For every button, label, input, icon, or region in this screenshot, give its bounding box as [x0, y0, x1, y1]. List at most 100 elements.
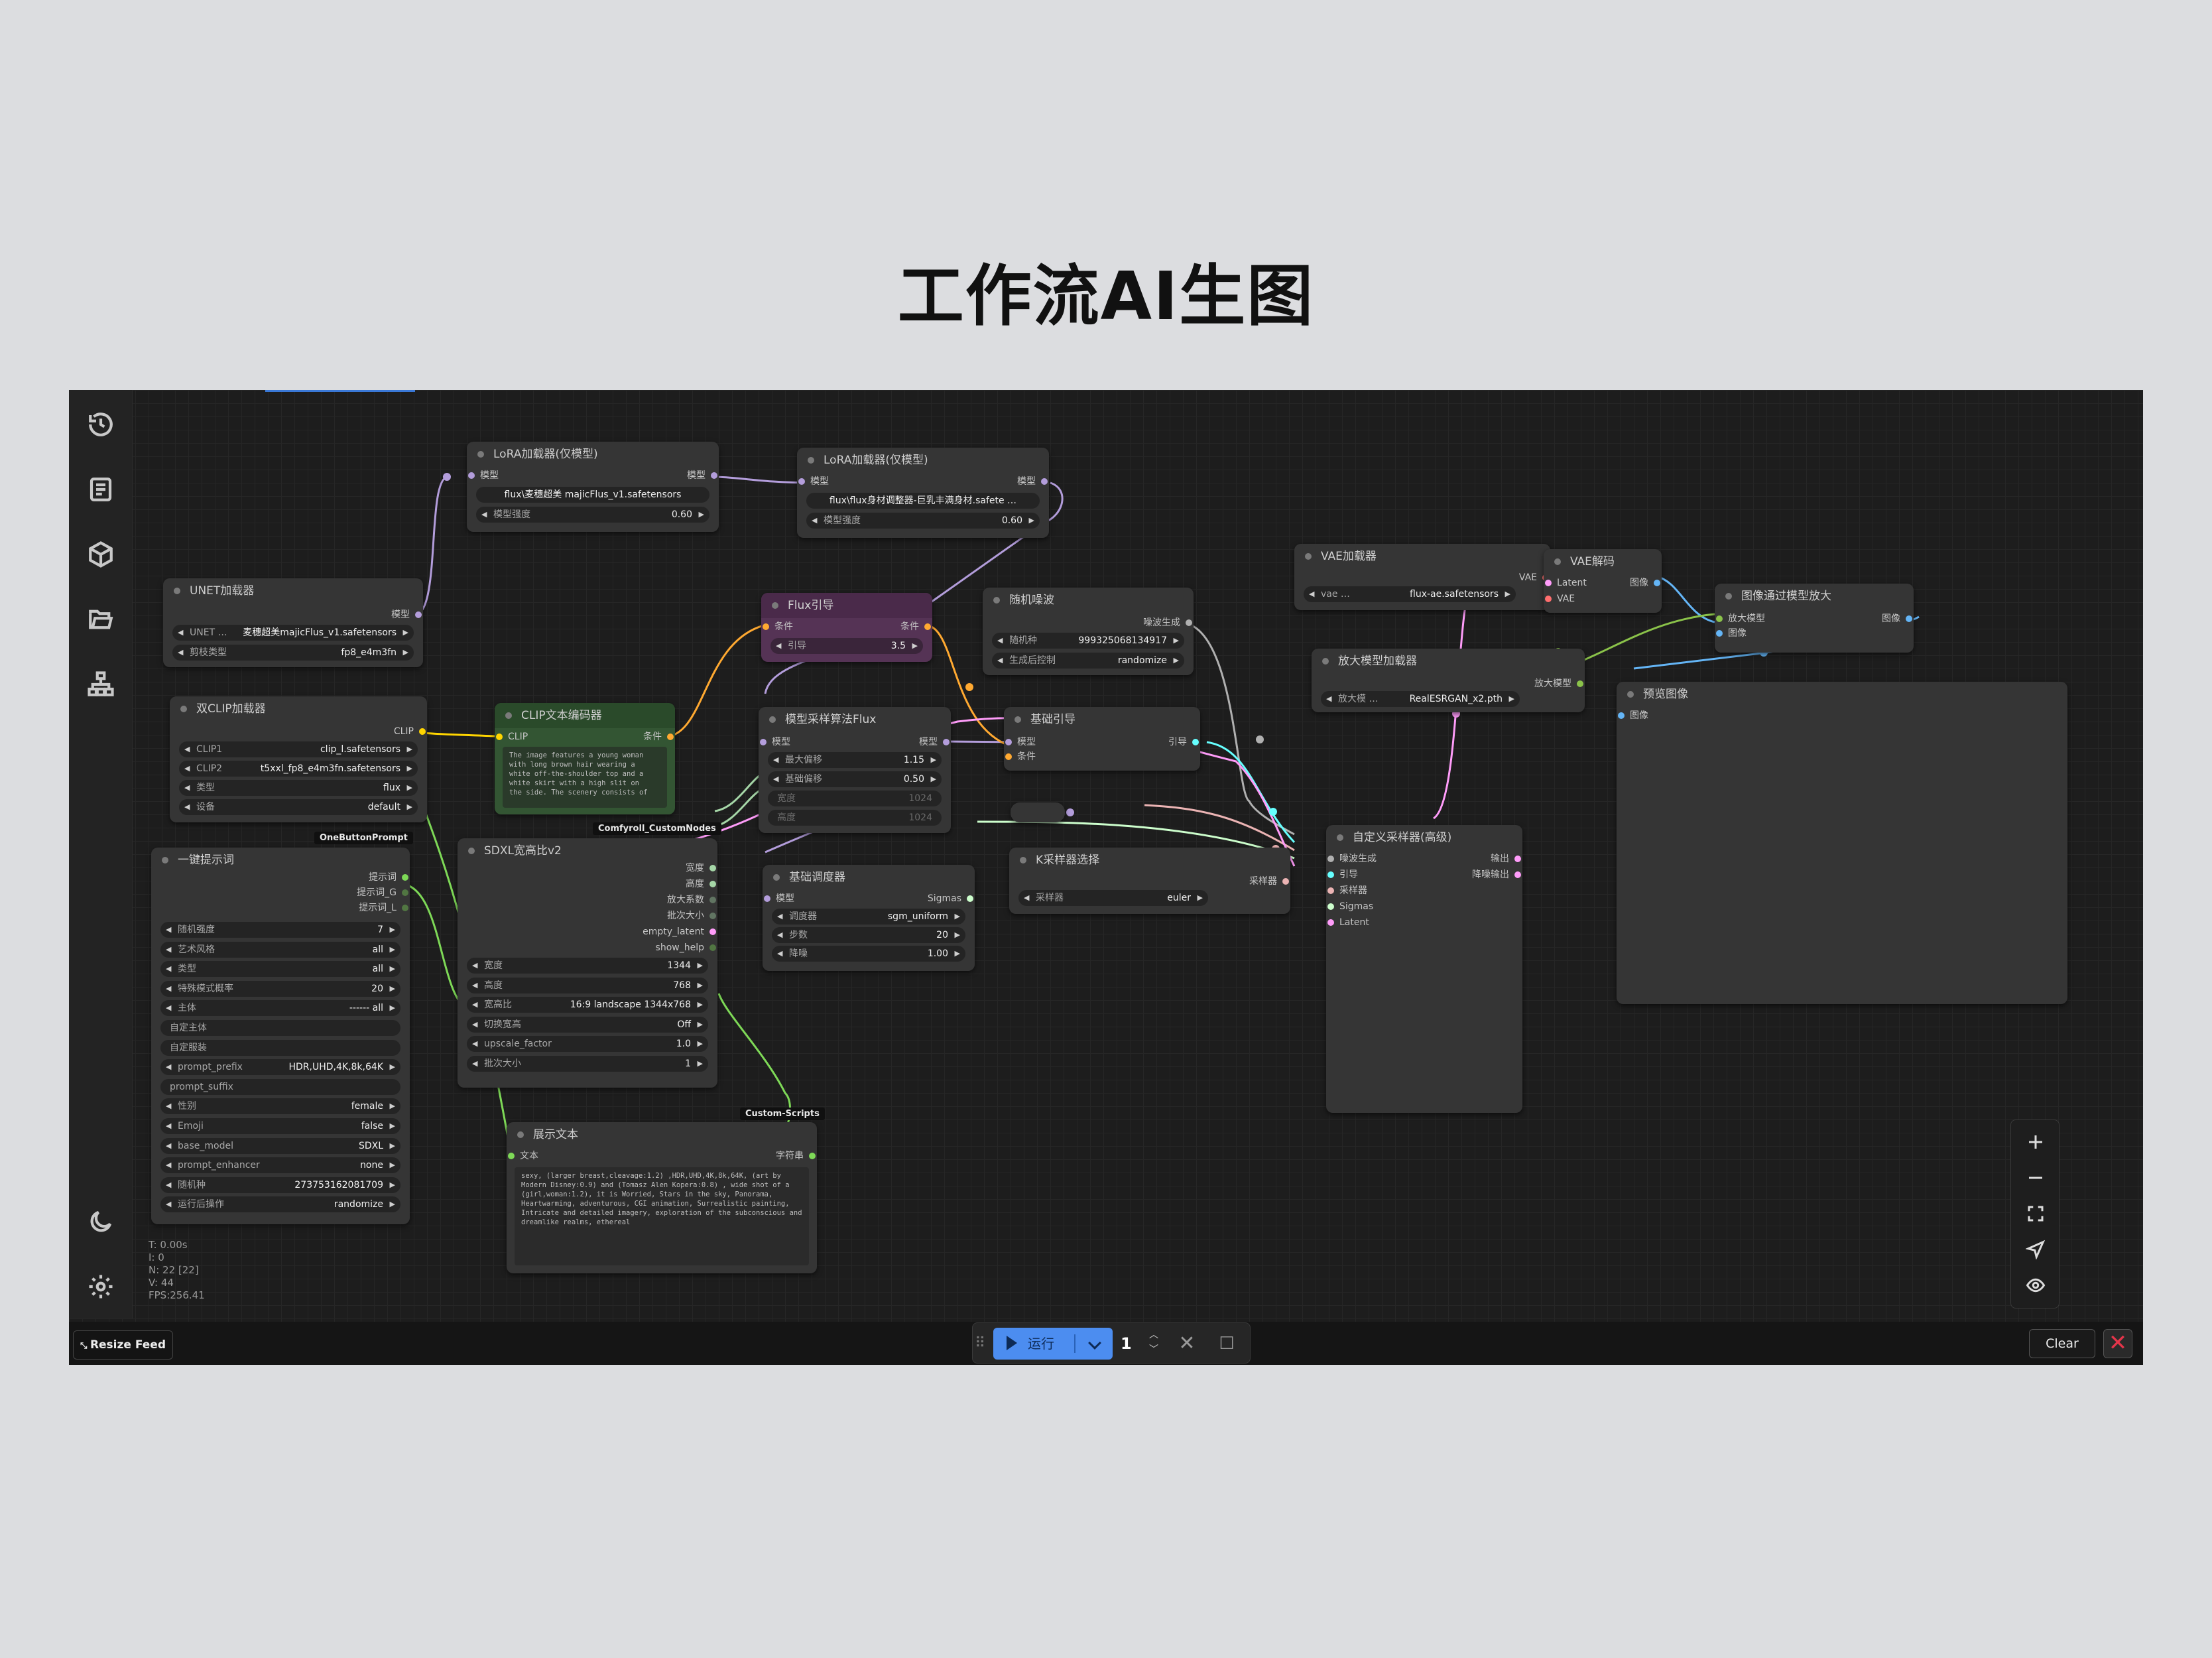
node-unet-loader[interactable]: UNET加载器 模型 UNET …麦穗超美majicFlus_v1.safete…	[163, 578, 423, 667]
output-slot-dot[interactable]	[402, 889, 408, 896]
input-slot-dot[interactable]	[1545, 580, 1552, 586]
widget-denoise[interactable]: 降噪1.00	[772, 946, 965, 962]
widget-sdxl-ratio-0[interactable]: 宽度 1344	[467, 958, 708, 974]
history-icon[interactable]	[81, 405, 121, 444]
input-slot-dot[interactable]	[1618, 712, 1625, 719]
comfyui-canvas-window[interactable]: LoRA加载器(仅模型) 模型 模型 flux\麦穗超美 majicFlus_v…	[69, 390, 2143, 1365]
input-slot-dot[interactable]	[763, 623, 769, 630]
input-slot-dot[interactable]	[1005, 739, 1012, 745]
input-slot-dot[interactable]	[1545, 596, 1552, 602]
widget-weight-dtype[interactable]: 剪枝类型fp8_e4m3fn	[172, 645, 414, 661]
widget-clip2[interactable]: CLIP2t5xxl_fp8_e4m3fn.safetensors	[179, 761, 418, 777]
queue-run-button[interactable]: 运行	[993, 1328, 1113, 1360]
output-slot-dot[interactable]	[1514, 856, 1521, 862]
input-slot-dot[interactable]	[760, 739, 767, 745]
select-pointer-icon[interactable]	[2019, 1233, 2052, 1266]
increment-icon[interactable]: ︿	[1144, 1328, 1163, 1342]
output-slot-dot[interactable]	[402, 905, 408, 911]
node-flux-guidance[interactable]: Flux引导 条件 条件 引导3.5	[761, 593, 932, 662]
widget-steps[interactable]: 步数20	[772, 927, 965, 943]
widget-clip-type[interactable]: 类型flux	[179, 780, 418, 796]
widget-vae-name[interactable]: vae …flux-ae.safetensors	[1304, 586, 1516, 602]
output-slot-dot[interactable]	[1514, 871, 1521, 878]
node-image-upscale-with-model[interactable]: 图像通过模型放大 放大模型 图像 图像	[1715, 584, 1914, 653]
widget-model-strength[interactable]: 模型强度0.60	[476, 507, 709, 523]
widget-sdxl-ratio-2[interactable]: 宽高比 16:9 landscape 1344x768	[467, 997, 708, 1013]
input-slot-dot[interactable]	[1327, 856, 1334, 862]
zoom-out-icon[interactable]	[2019, 1161, 2052, 1194]
widget-one-button-prompt-11[interactable]: base_model SDXL	[160, 1137, 400, 1154]
widget-one-button-prompt-0[interactable]: 随机强度 7	[160, 922, 400, 938]
node-random-noise[interactable]: 随机噪波 噪波生成 随机种999325068134917 生成后控制random…	[983, 588, 1194, 675]
output-text-display[interactable]: sexy, (larger breast,cleavage:1.2) ,HDR,…	[515, 1167, 809, 1265]
widget-sdxl-ratio-3[interactable]: 切换宽高 Off	[467, 1016, 708, 1033]
output-slot-dot[interactable]	[1906, 615, 1912, 622]
node-preview-image[interactable]: 预览图像 图像	[1617, 682, 2067, 1004]
theme-moon-icon[interactable]	[81, 1202, 121, 1242]
node-dual-clip-loader[interactable]: 双CLIP加载器 CLIP CLIP1clip_l.safetensors CL…	[170, 696, 427, 822]
prompt-textarea[interactable]: The image features a young woman with lo…	[503, 747, 667, 808]
widget-one-button-prompt-6[interactable]: 自定服装	[160, 1039, 400, 1056]
output-slot-dot[interactable]	[415, 611, 422, 618]
output-slot-dot[interactable]	[1654, 580, 1660, 586]
node-upscale-model-loader[interactable]: 放大模型加载器 放大模型 放大模 …RealESRGAN_x2.pth	[1312, 649, 1585, 712]
output-slot-dot[interactable]	[667, 733, 674, 740]
output-slot-dot[interactable]	[709, 897, 716, 903]
node-basic-scheduler[interactable]: 基础调度器 模型 Sigmas 调度器sgm_uniform 步数20 降噪1.…	[763, 865, 975, 971]
widget-base-shift[interactable]: 基础偏移0.50	[768, 771, 942, 787]
chevron-down-icon[interactable]	[1088, 1336, 1101, 1350]
input-slot-dot[interactable]	[1327, 903, 1334, 910]
close-x-icon[interactable]: ✕	[2103, 1329, 2132, 1358]
input-slot-dot[interactable]	[1716, 630, 1723, 637]
input-slot-dot[interactable]	[468, 472, 475, 479]
zoom-in-icon[interactable]	[2019, 1125, 2052, 1159]
node-basic-guider[interactable]: 基础引导 模型 条件 引导	[1004, 707, 1200, 771]
output-slot-dot[interactable]	[967, 895, 973, 902]
output-slot-dot[interactable]	[709, 913, 716, 919]
output-slot-dot[interactable]	[943, 739, 950, 745]
output-slot-dot[interactable]	[1041, 478, 1048, 485]
reroute-node[interactable]	[1011, 802, 1065, 822]
widget-noise-seed[interactable]: 随机种999325068134917	[992, 633, 1184, 649]
input-slot-dot[interactable]	[496, 733, 503, 740]
batch-count-stepper[interactable]: ︿ ﹀	[1144, 1328, 1163, 1360]
widget-max-shift[interactable]: 最大偏移1.15	[768, 752, 942, 768]
output-slot-dot[interactable]	[924, 623, 931, 630]
output-slot-dot[interactable]	[709, 928, 716, 935]
output-slot-dot[interactable]	[419, 728, 426, 735]
output-slot-dot[interactable]	[402, 874, 408, 881]
widget-lora-name[interactable]: flux\flux身材调整器-巨乳丰满身材.safete …	[806, 493, 1040, 509]
widget-upscale-model-name[interactable]: 放大模 …RealESRGAN_x2.pth	[1321, 691, 1520, 707]
node-library-icon[interactable]	[81, 665, 121, 704]
stop-square-icon[interactable]: ☐	[1213, 1330, 1240, 1357]
output-slot-dot[interactable]	[1186, 619, 1192, 626]
node-clip-text-encode[interactable]: CLIP文本编码器 CLIP 条件 The image features a y…	[495, 703, 675, 814]
node-model-sampling-flux[interactable]: 模型采样算法Flux 模型 模型 最大偏移1.15 基础偏移0.50 宽度102…	[759, 707, 951, 833]
widget-one-button-prompt-2[interactable]: 类型 all	[160, 961, 400, 978]
node-show-text[interactable]: 展示文本 文本 字符串 sexy, (larger breast,cleavag…	[507, 1122, 817, 1273]
widget-one-button-prompt-14[interactable]: 运行后操作 randomize	[160, 1196, 400, 1213]
input-slot-dot[interactable]	[1716, 615, 1723, 622]
input-slot-dot[interactable]	[1327, 919, 1334, 926]
widget-height-linked[interactable]: 高度 1024	[768, 810, 942, 826]
widget-sdxl-ratio-4[interactable]: upscale_factor 1.0	[467, 1036, 708, 1052]
widget-one-button-prompt-5[interactable]: 自定主体	[160, 1020, 400, 1036]
output-slot-dot[interactable]	[1192, 739, 1199, 745]
widget-one-button-prompt-13[interactable]: 随机种 273753162081709	[160, 1177, 400, 1193]
widget-unet-name[interactable]: UNET …麦穗超美majicFlus_v1.safetensors	[172, 625, 414, 641]
model-cube-icon[interactable]	[81, 535, 121, 574]
node-lora-loader-2[interactable]: LoRA加载器(仅模型) 模型 模型 flux\flux身材调整器-巨乳丰满身材…	[797, 448, 1049, 538]
input-slot-dot[interactable]	[798, 478, 805, 485]
input-slot-dot[interactable]	[1327, 887, 1334, 894]
node-ksampler-select[interactable]: K采样器选择 采样器 采样器euler	[1009, 848, 1290, 914]
widget-device[interactable]: 设备default	[179, 799, 418, 815]
node-sampler-custom-advanced[interactable]: 自定义采样器(高级) 噪波生成 引导 采样器 Sigmas Latent 输出 …	[1326, 825, 1522, 1113]
widget-one-button-prompt-4[interactable]: 主体 ------ all	[160, 1000, 400, 1017]
node-vae-loader[interactable]: VAE加载器 VAE vae …flux-ae.safetensors	[1294, 544, 1550, 610]
widget-one-button-prompt-9[interactable]: 性别 female	[160, 1098, 400, 1115]
node-lora-loader-1[interactable]: LoRA加载器(仅模型) 模型 模型 flux\麦穗超美 majicFlus_v…	[467, 442, 719, 532]
decrement-icon[interactable]: ﹀	[1144, 1342, 1163, 1357]
output-slot-dot[interactable]	[1282, 878, 1289, 885]
widget-model-strength[interactable]: 模型强度0.60	[806, 513, 1040, 529]
output-slot-dot[interactable]	[711, 472, 717, 479]
